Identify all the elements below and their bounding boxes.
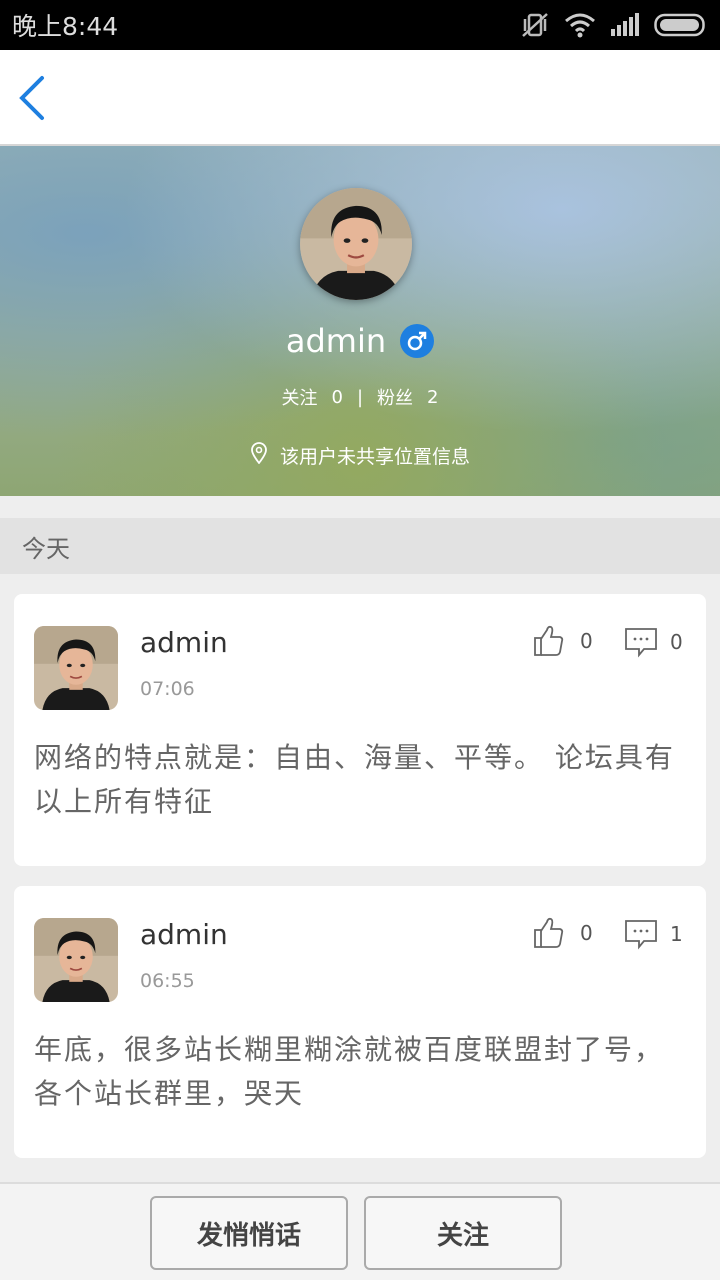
post-card[interactable]: admin 06:55 0 1 年底，很多站长糊里糊涂就被百度联盟封了号，各个站… xyxy=(14,886,706,1158)
post-avatar[interactable] xyxy=(34,626,118,710)
status-time: 晚上8:44 xyxy=(12,12,119,41)
post-content[interactable]: 年底，很多站长糊里糊涂就被百度联盟封了号，各个站长群里，哭天 xyxy=(34,1028,684,1116)
post-card[interactable]: admin 07:06 0 0 网络的特点就是：自由、海量、平等。 论坛具有以上… xyxy=(14,594,706,866)
profile-avatar[interactable] xyxy=(300,188,412,300)
post-content[interactable]: 网络的特点就是：自由、海量、平等。 论坛具有以上所有特征 xyxy=(34,736,684,824)
male-gender-icon xyxy=(400,324,435,358)
bottom-action-bar: 发悄悄话 关注 xyxy=(0,1182,720,1280)
send-private-message-button[interactable]: 发悄悄话 xyxy=(150,1196,348,1270)
like-button[interactable]: 0 xyxy=(532,916,593,950)
followers-label[interactable]: 粉丝 xyxy=(377,384,413,410)
location-pin-icon xyxy=(250,442,268,469)
profile-name-row: admin xyxy=(0,322,720,360)
like-button[interactable]: 0 xyxy=(532,624,593,658)
like-count: 0 xyxy=(580,921,593,945)
follow-button[interactable]: 关注 xyxy=(364,1196,562,1270)
thumbs-up-icon xyxy=(534,917,564,948)
comment-button[interactable]: 1 xyxy=(624,918,683,950)
status-icons xyxy=(520,11,708,39)
chevron-left-icon xyxy=(19,76,44,120)
followers-count[interactable]: 2 xyxy=(427,387,438,408)
signal-icon xyxy=(610,13,640,37)
location-text: 该用户未共享位置信息 xyxy=(279,446,470,468)
profile-header: admin 关注 0 | 粉丝 2 该用户未共享位置信息 xyxy=(0,146,720,496)
post-avatar[interactable] xyxy=(34,918,118,1002)
following-count[interactable]: 0 xyxy=(332,387,343,408)
profile-username: admin xyxy=(285,322,387,360)
following-label[interactable]: 关注 xyxy=(282,384,318,410)
post-time: 07:06 xyxy=(140,678,195,700)
comment-icon xyxy=(625,628,657,658)
profile-stats: 关注 0 | 粉丝 2 xyxy=(0,384,720,410)
section-header-today: 今天 xyxy=(0,518,720,574)
back-button[interactable] xyxy=(14,72,54,124)
post-time: 06:55 xyxy=(140,970,195,992)
post-author[interactable]: admin xyxy=(140,626,228,659)
wifi-icon xyxy=(564,12,596,38)
status-bar: 晚上8:44 xyxy=(0,0,720,50)
battery-icon xyxy=(654,13,708,37)
post-author[interactable]: admin xyxy=(140,918,228,951)
comment-button[interactable]: 0 xyxy=(624,626,683,658)
profile-location: 该用户未共享位置信息 xyxy=(0,442,720,469)
thumbs-up-icon xyxy=(534,625,564,656)
comment-count: 0 xyxy=(670,630,683,654)
comment-count: 1 xyxy=(670,922,683,946)
stats-separator: | xyxy=(356,386,364,408)
section-title: 今天 xyxy=(22,534,70,563)
like-count: 0 xyxy=(580,629,593,653)
nav-bar xyxy=(0,50,720,146)
vibrate-off-icon xyxy=(520,11,550,39)
comment-icon xyxy=(625,920,657,950)
